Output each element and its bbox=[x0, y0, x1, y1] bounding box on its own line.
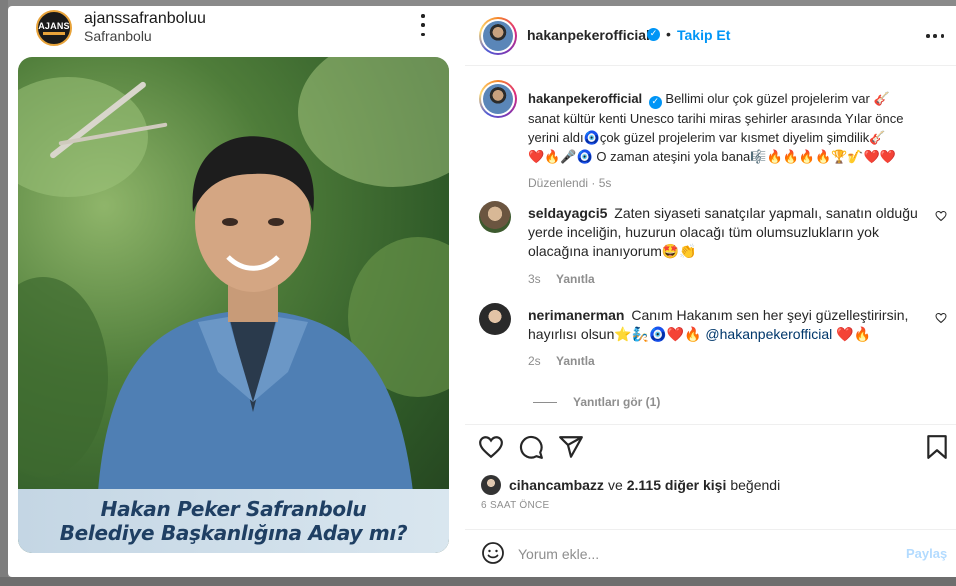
verified-badge-icon: ✓ bbox=[647, 28, 660, 41]
author-username[interactable]: hakanpekerofficial bbox=[527, 27, 650, 43]
commenter-username[interactable]: seldayagci5 bbox=[528, 205, 607, 221]
likes-suffix: beğendi bbox=[730, 477, 781, 493]
commenter-avatar[interactable] bbox=[479, 303, 511, 335]
caption-line: ❤️🔥🎤🧿 O zaman ateşini yola bana🎼🔥🔥🔥🔥🏆🎷❤️… bbox=[528, 149, 896, 164]
comment-time[interactable]: 2s bbox=[528, 354, 541, 368]
comment-text: seldayagci5 Zaten siyaseti sanatçılar ya… bbox=[528, 204, 928, 261]
edited-label: Düzenlendi bbox=[528, 176, 589, 190]
author-avatar[interactable] bbox=[479, 17, 517, 55]
person-figure bbox=[98, 136, 413, 492]
post-comment-button[interactable]: Paylaş bbox=[906, 546, 947, 561]
action-bar bbox=[465, 424, 956, 464]
separator-dot: · bbox=[591, 176, 596, 190]
divider-line bbox=[533, 401, 557, 403]
caption-line: yerini aldı🧿çok güzel projelerim var kıs… bbox=[528, 130, 886, 145]
more-options-icon[interactable] bbox=[926, 34, 944, 38]
caption-username[interactable]: hakanpekerofficial bbox=[528, 91, 642, 106]
backdrop bbox=[0, 0, 8, 586]
emoji-icon[interactable] bbox=[481, 541, 505, 565]
image-caption-line: Hakan Peker Safranbolu bbox=[100, 497, 367, 521]
like-comment-icon[interactable] bbox=[935, 312, 947, 324]
post-media-card: AJANS ajanssafranboluu Safranbolu Hakan … bbox=[8, 6, 465, 577]
comment-icon[interactable] bbox=[518, 434, 544, 460]
image-caption-band: Hakan Peker Safranbolu Belediye Başkanlı… bbox=[18, 489, 449, 553]
panel-header: hakanpekerofficial ✓ • Takip Et bbox=[465, 6, 956, 66]
comment-input[interactable] bbox=[518, 542, 888, 566]
likes-count[interactable]: 2.115 diğer kişi bbox=[627, 477, 727, 493]
comment-composer: Paylaş bbox=[465, 529, 956, 577]
account-username[interactable]: ajanssafranboluu bbox=[84, 10, 206, 28]
likes-summary: cihancambazz ve 2.115 diğer kişi beğendi bbox=[481, 474, 780, 496]
follow-button[interactable]: Takip Et bbox=[677, 27, 730, 43]
view-replies-button[interactable]: Yanıtları gör (1) bbox=[533, 395, 660, 409]
commenter-username[interactable]: nerimanerman bbox=[528, 307, 624, 323]
comment-meta: 3s Yanıtla bbox=[528, 272, 595, 286]
account-avatar[interactable]: AJANS bbox=[36, 10, 72, 46]
separator-dot: • bbox=[666, 26, 671, 42]
comments-area[interactable]: hakanpekerofficial ✓ Bellimi olur çok gü… bbox=[465, 67, 956, 423]
verified-badge-icon: ✓ bbox=[648, 96, 662, 109]
view-replies-label: Yanıtları gör (1) bbox=[573, 395, 661, 409]
reply-button[interactable]: Yanıtla bbox=[556, 354, 595, 368]
post-detail-panel: hakanpekerofficial ✓ • Takip Et hakanpek… bbox=[465, 6, 956, 577]
backdrop-bottom bbox=[0, 577, 956, 586]
liker-username[interactable]: cihancambazz bbox=[509, 477, 604, 493]
mention-link[interactable]: @hakanpekerofficial bbox=[705, 326, 832, 342]
save-bookmark-icon[interactable] bbox=[924, 434, 950, 460]
caption-line: Bellimi olur çok güzel projelerim var 🎸 bbox=[665, 91, 890, 106]
comment-meta: 2s Yanıtla bbox=[528, 354, 595, 368]
comment-text: nerimanerman Canım Hakanım sen her şeyi … bbox=[528, 306, 928, 344]
reply-button[interactable]: Yanıtla bbox=[556, 272, 595, 286]
share-icon[interactable] bbox=[558, 434, 584, 460]
like-comment-icon[interactable] bbox=[935, 210, 947, 222]
caption-line: sanat kültür kenti Unesco tarihi miras ş… bbox=[528, 111, 904, 126]
post-timestamp[interactable]: 6 SAAT ÖNCE bbox=[481, 500, 550, 511]
image-caption-line: Belediye Başkanlığına Aday mı? bbox=[59, 521, 408, 545]
commenter-avatar[interactable] bbox=[479, 201, 511, 233]
likes-conjunction: ve bbox=[607, 477, 623, 493]
post-image[interactable]: Hakan Peker Safranbolu Belediye Başkanlı… bbox=[18, 57, 449, 553]
post-header: AJANS ajanssafranboluu Safranbolu bbox=[8, 6, 465, 52]
logo-text: AJANS bbox=[38, 20, 70, 31]
caption-meta: Düzenlendi · 5s bbox=[528, 176, 611, 190]
more-options-icon[interactable] bbox=[417, 14, 429, 36]
comment-time[interactable]: 3s bbox=[528, 272, 541, 286]
logo-bar bbox=[43, 31, 65, 35]
caption-text: hakanpekerofficial ✓ Bellimi olur çok gü… bbox=[528, 89, 938, 166]
caption-time[interactable]: 5s bbox=[599, 176, 612, 190]
author-avatar[interactable] bbox=[479, 80, 517, 118]
post-location[interactable]: Safranbolu bbox=[84, 28, 152, 44]
comment-body-end: ❤️🔥 bbox=[836, 326, 871, 342]
liker-avatar[interactable] bbox=[481, 475, 501, 495]
like-icon[interactable] bbox=[478, 434, 504, 460]
